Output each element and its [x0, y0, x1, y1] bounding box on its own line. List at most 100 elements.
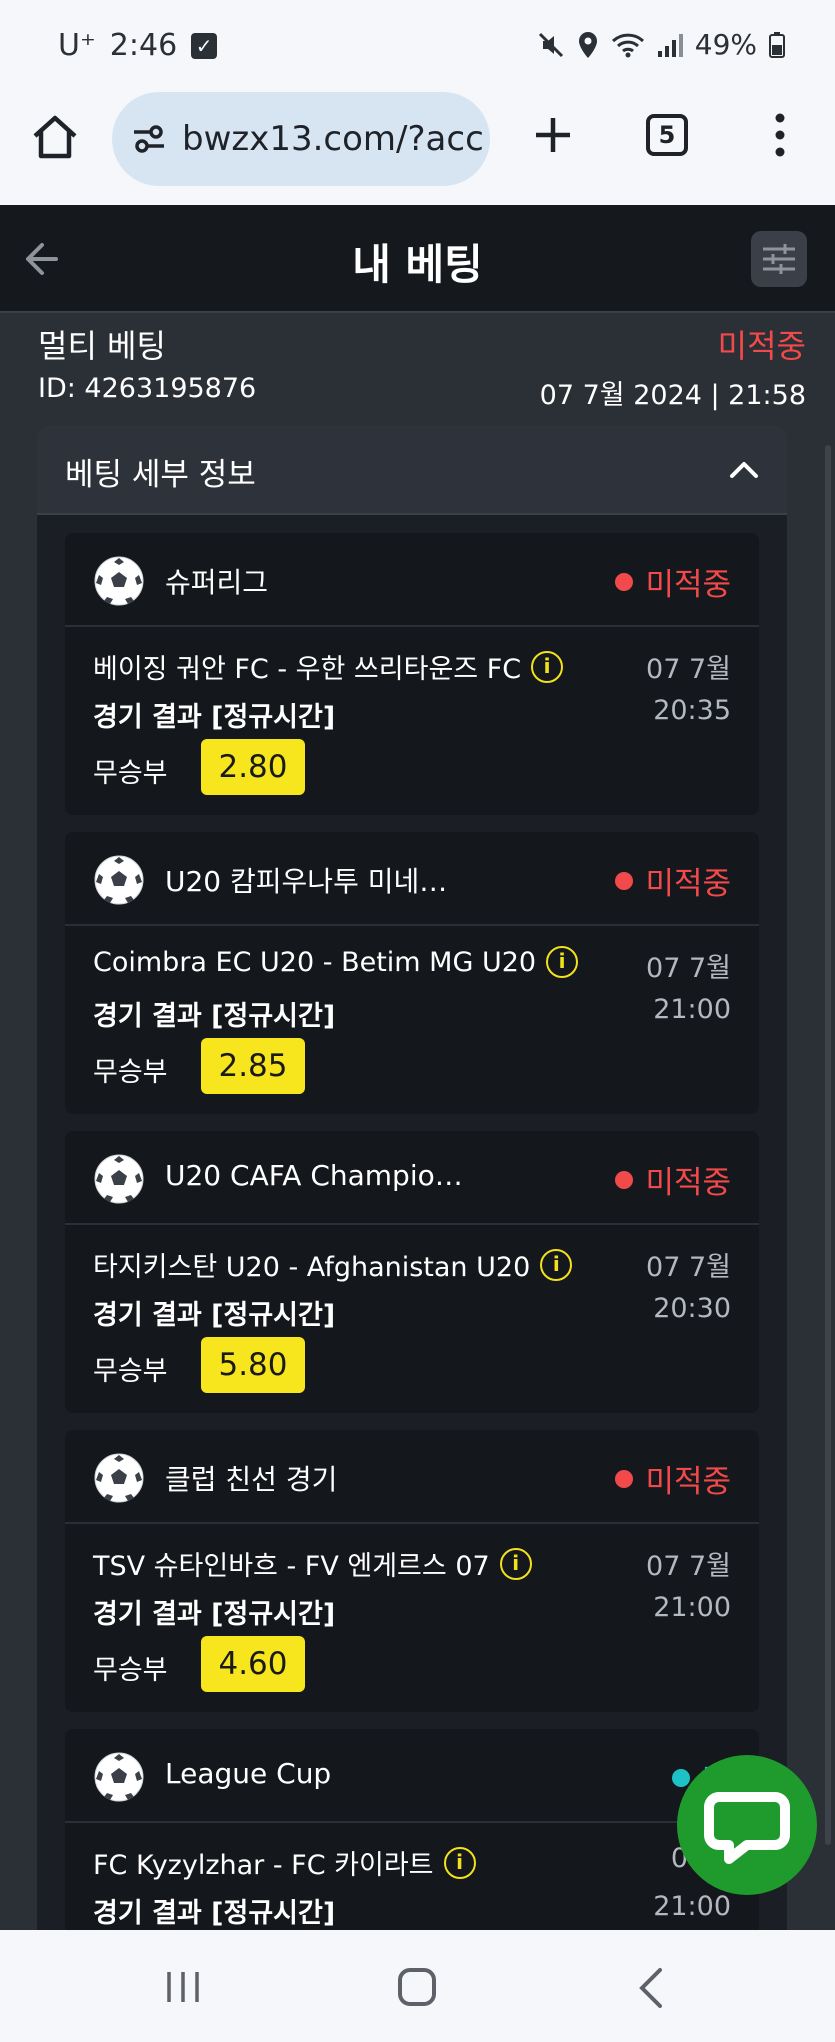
notification-check-icon: ✓: [191, 32, 218, 59]
match-time: 21:00: [653, 1592, 731, 1623]
match-name: 타지키스탄 U20 - Afghanistan U20: [93, 1252, 531, 1283]
scrollbar[interactable]: [825, 445, 831, 1845]
league-name: 클럽 친선 경기: [165, 1463, 338, 1496]
match-line: Coimbra EC U20 - Betim MG U20 i: [93, 946, 579, 978]
soccer-ball-icon: [94, 556, 144, 606]
bet-details-title: 베팅 세부 정보: [65, 457, 256, 493]
info-icon[interactable]: i: [443, 1846, 476, 1879]
match-date: 07 7월: [646, 1551, 731, 1582]
selection-status-text: 미적중: [645, 567, 731, 603]
match-date: 07 7월: [646, 1252, 731, 1283]
match-time: 21:00: [653, 1891, 731, 1922]
info-icon[interactable]: i: [546, 946, 579, 978]
selection-header: 클럽 친선 경기 미적중: [65, 1430, 759, 1524]
bet-details-header[interactable]: 베팅 세부 정보: [37, 425, 787, 515]
odds-badge: 4.60: [201, 1636, 305, 1692]
selection-card[interactable]: U20 캄피우나투 미네… 미적중 Coimbra EC U20 - Betim M…: [65, 832, 759, 1114]
location-icon: [578, 31, 597, 58]
more-menu-icon[interactable]: [770, 110, 790, 160]
match-name: 베이징 궈안 FC - 우한 쓰리타운즈 FC: [93, 654, 522, 685]
pick-label: 무승부: [93, 1057, 168, 1088]
pick-label: 무승부: [93, 1655, 168, 1686]
soccer-ball-icon: [94, 1154, 144, 1204]
page-title: 내 베팅: [352, 240, 483, 289]
status-dot-icon: [615, 572, 634, 591]
market-name: 경기 결과 [정규시간]: [93, 1300, 336, 1331]
selection-card[interactable]: U20 CAFA Champio… 미적중타지키스탄 U20 - Afghanis…: [65, 1131, 759, 1413]
carrier-label: U⁺: [58, 28, 96, 63]
chat-bubble-icon: [704, 1792, 790, 1864]
selection-status-text: 미적중: [645, 1165, 731, 1201]
selection-card[interactable]: 슈퍼리그 미적중베이징 궈안 FC - 우한 쓰리타운즈 FC i 경기 결과 [정규…: [65, 533, 759, 815]
bet-date: 07 7월 2024 | 21:58: [539, 380, 806, 411]
bet-details-panel: 베팅 세부 정보 슈퍼리그 미적중 베이징 궈안 FC - 우한 쓰리타운즈 FC i…: [37, 425, 787, 1930]
info-icon[interactable]: i: [531, 650, 564, 683]
match-line: FC Kyzylzhar - FC 카이라트 i: [93, 1843, 476, 1882]
match-name: FC Kyzylzhar - FC 카이라트: [93, 1850, 434, 1881]
match-name: Coimbra EC U20 - Betim MG U20: [93, 946, 537, 978]
mute-icon: [538, 32, 563, 57]
address-bar[interactable]: bwzx13.com/?acc: [112, 92, 490, 186]
match-name: TSV 슈타인바흐 - FV 엔게르스 07: [93, 1551, 490, 1582]
selection-header: League Cup적: [65, 1729, 759, 1823]
info-icon[interactable]: i: [540, 1248, 573, 1281]
match-line: 타지키스탄 U20 - Afghanistan U20 i: [93, 1245, 573, 1284]
soccer-ball-icon: [94, 1453, 144, 1503]
match-date: 07 7월: [646, 953, 731, 984]
status-dot-icon: [615, 1170, 634, 1189]
url-text: bwzx13.com/?acc: [182, 119, 484, 159]
app-view: 내 베팅 멀티 베팅 미적중 ID: 4263195876 07 7월 2024…: [0, 205, 835, 1930]
selection-status-text: 미적중: [645, 1464, 731, 1500]
status-dot-icon: [615, 871, 634, 890]
status-bar: U⁺ 2:46 ✓ 49%: [0, 0, 835, 90]
tab-switcher-button[interactable]: 5: [646, 114, 688, 156]
site-settings-icon[interactable]: [132, 124, 166, 154]
home-icon[interactable]: [30, 112, 80, 162]
market-name: 경기 결과 [정규시간]: [93, 1898, 336, 1929]
odds-badge: 2.85: [201, 1038, 305, 1094]
match-time: 21:00: [653, 994, 731, 1025]
status-dot-icon: [615, 1469, 634, 1488]
recent-apps-icon[interactable]: [165, 1970, 201, 2004]
signal-icon: [657, 33, 683, 57]
battery-level: 49%: [694, 28, 757, 61]
selection-header: 슈퍼리그 미적중: [65, 533, 759, 627]
system-nav-bar: [0, 1930, 835, 2042]
bet-summary: 멀티 베팅 미적중 ID: 4263195876 07 7월 2024 | 21…: [12, 315, 820, 425]
soccer-ball-icon: [94, 855, 144, 905]
status-left: U⁺ 2:46 ✓: [58, 28, 218, 63]
back-nav-icon[interactable]: [636, 1966, 664, 2010]
app-header: 내 베팅: [0, 205, 835, 313]
selection-card[interactable]: League Cup적 FC Kyzylzhar - FC 카이라트 i 경기 결과 …: [65, 1729, 759, 1930]
info-icon[interactable]: i: [499, 1547, 532, 1580]
bet-id: ID: 4263195876: [38, 373, 257, 404]
home-nav-icon[interactable]: [398, 1968, 436, 2006]
bet-type: 멀티 베팅: [38, 327, 166, 365]
filter-button[interactable]: [751, 231, 807, 287]
selection-header: U20 캄피우나투 미네… 미적중: [65, 832, 759, 926]
new-tab-icon[interactable]: [528, 110, 578, 160]
market-name: 경기 결과 [정규시간]: [93, 1001, 336, 1032]
selection-status-text: 미적중: [645, 866, 731, 902]
live-chat-button[interactable]: [677, 1755, 817, 1895]
wifi-icon: [611, 33, 644, 57]
match-time: 20:35: [653, 695, 731, 726]
odds-badge: 5.80: [201, 1337, 305, 1393]
match-date: 07 7월: [646, 654, 731, 685]
league-name: 슈퍼리그: [165, 566, 269, 599]
market-name: 경기 결과 [정규시간]: [93, 702, 336, 733]
selection-status: 미적중: [615, 559, 731, 604]
pick-label: 무승부: [93, 1356, 168, 1387]
clock: 2:46: [109, 28, 178, 63]
selection-status: 미적중: [615, 1157, 731, 1202]
soccer-ball-icon: [94, 1752, 144, 1802]
bet-status-badge: 미적중: [717, 327, 806, 365]
selection-status: 미적중: [615, 858, 731, 903]
league-name: U20 CAFA Champio…: [165, 1159, 463, 1192]
pick-label: 무승부: [93, 758, 168, 789]
battery-icon: [769, 31, 785, 58]
chevron-up-icon[interactable]: [727, 453, 761, 487]
status-right: 49%: [537, 28, 785, 61]
match-time: 20:30: [653, 1293, 731, 1324]
selection-card[interactable]: 클럽 친선 경기 미적중 TSV 슈타인바흐 - FV 엔게르스 07 i 경기 결과 …: [65, 1430, 759, 1712]
